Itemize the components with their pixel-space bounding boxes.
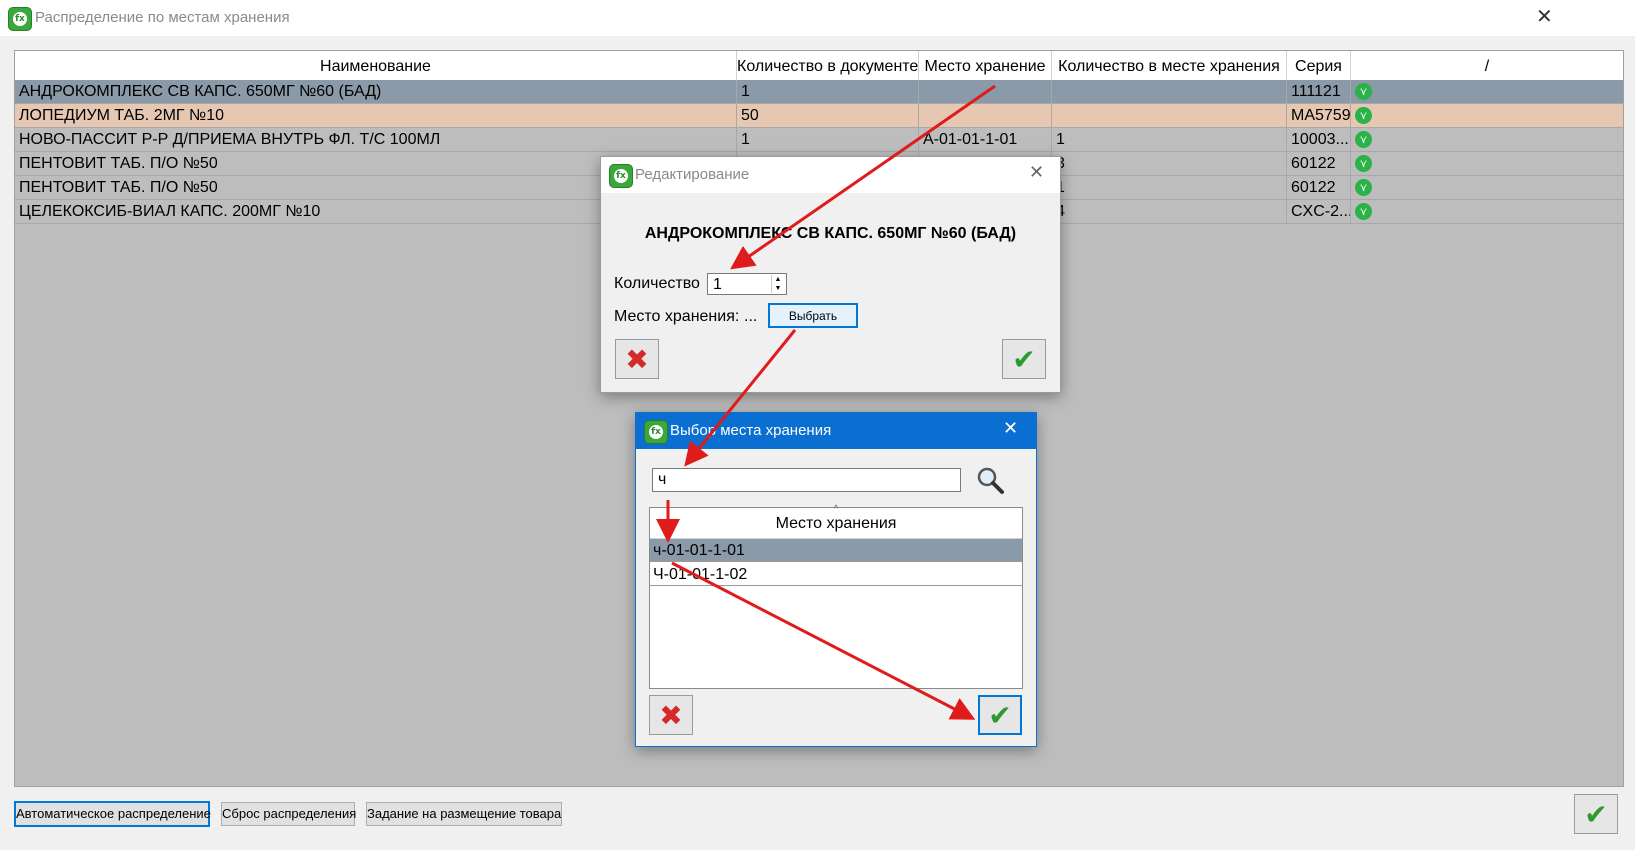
edit-dialog: fx Редактирование ✕ АНДРОКОМПЛЕКС СВ КАП… (600, 156, 1061, 393)
table-header: Наименование Количество в документе Мест… (15, 51, 1623, 82)
table-row[interactable]: АНДРОКОМПЛЕКС СВ КАПС. 650МГ №60 (БАД) 1… (15, 80, 1623, 104)
column-header-status[interactable]: / (1351, 51, 1623, 81)
cell-qty-doc: 50 (737, 104, 919, 127)
spinner-arrows-icon[interactable]: ▲ ▼ (771, 275, 784, 293)
cell-qty-doc: 1 (737, 80, 919, 103)
auto-distribution-button[interactable]: Автоматическое распределение (14, 801, 211, 827)
cell-place (919, 80, 1052, 103)
cell-qty-place: 3 (1052, 152, 1287, 175)
checkmark-icon: ✔ (1584, 797, 1608, 831)
status-ok-icon: ⋎ (1355, 203, 1372, 220)
cell-qty-place (1052, 104, 1287, 127)
close-icon[interactable]: ✕ (1536, 4, 1553, 28)
edit-dialog-titlebar: fx Редактирование ✕ (601, 157, 1060, 193)
column-header-place[interactable]: Место хранение (919, 51, 1052, 81)
quantity-label: Количество (614, 275, 700, 292)
sort-ascending-icon: ^ (833, 504, 839, 515)
close-icon[interactable]: ✕ (1029, 162, 1044, 183)
column-header-name[interactable]: Наименование (15, 51, 737, 81)
storage-place-value: ... (744, 308, 758, 325)
table-row[interactable]: НОВО-ПАССИТ Р-Р Д/ПРИЕМА ВНУТРЬ ФЛ. Т/С … (15, 128, 1623, 152)
column-header-series[interactable]: Серия (1287, 51, 1351, 81)
cell-series: 60122 (1287, 152, 1351, 175)
select-dialog-titlebar: fx Выбор места хранения ✕ (636, 413, 1036, 449)
app-logo-icon: fx (644, 420, 668, 444)
confirm-button[interactable]: ✔ (1574, 794, 1618, 834)
magnifier-icon[interactable] (975, 465, 1005, 495)
status-ok-icon: ⋎ (1355, 155, 1372, 172)
status-ok-icon: ⋎ (1355, 83, 1372, 100)
table-row[interactable]: ЛОПЕДИУМ ТАБ. 2МГ №10 50 MA5759 ⋎ (15, 104, 1623, 128)
quantity-stepper[interactable]: 1 ▲ ▼ (707, 273, 787, 295)
list-header-label: Место хранения (775, 515, 897, 532)
ok-button[interactable]: ✔ (1002, 339, 1046, 379)
cell-qty-place: 4 (1052, 200, 1287, 223)
list-item[interactable]: ч-01-01-1-01 (650, 539, 1022, 562)
column-header-qty-doc[interactable]: Количество в документе (737, 51, 919, 81)
cell-qty-doc: 1 (737, 128, 919, 151)
status-ok-icon: ⋎ (1355, 179, 1372, 196)
close-icon[interactable]: ✕ (1003, 418, 1018, 439)
window-title: Распределение по местам хранения (35, 9, 290, 26)
status-ok-icon: ⋎ (1355, 107, 1372, 124)
cross-icon: ✖ (625, 342, 649, 376)
cell-name: АНДРОКОМПЛЕКС СВ КАПС. 650МГ №60 (БАД) (15, 80, 737, 103)
select-place-dialog: fx Выбор места хранения ✕ ч ^ Место хран… (635, 412, 1037, 747)
window-titlebar: fx Распределение по местам хранения ✕ (0, 0, 1635, 36)
quantity-value: 1 (713, 276, 722, 293)
placement-task-button[interactable]: Задание на размещение товара (366, 802, 562, 826)
cell-series: 60122 (1287, 176, 1351, 199)
cancel-button[interactable]: ✖ (615, 339, 659, 379)
select-dialog-title: Выбор места хранения (670, 422, 832, 439)
cell-series: 111121 (1287, 80, 1351, 103)
app-logo-icon: fx (609, 164, 633, 188)
cell-place: А-01-01-1-01 (919, 128, 1052, 151)
cross-icon: ✖ (659, 698, 683, 732)
storage-place-label: Место хранения: (614, 308, 740, 325)
cell-qty-place: 1 (1052, 176, 1287, 199)
status-ok-icon: ⋎ (1355, 131, 1372, 148)
checkmark-icon: ✔ (988, 698, 1012, 732)
reset-distribution-button[interactable]: Сброс распределения (221, 802, 356, 826)
cell-qty-place (1052, 80, 1287, 103)
cell-name: НОВО-ПАССИТ Р-Р Д/ПРИЕМА ВНУТРЬ ФЛ. Т/С … (15, 128, 737, 151)
cancel-button[interactable]: ✖ (649, 695, 693, 735)
storage-place-list: ^ Место хранения ч-01-01-1-01 Ч-01-01-1-… (649, 504, 1023, 689)
ok-button[interactable]: ✔ (978, 695, 1022, 735)
cell-series: 10003... (1287, 128, 1351, 151)
search-input[interactable]: ч (652, 468, 961, 492)
cell-name: ЛОПЕДИУМ ТАБ. 2МГ №10 (15, 104, 737, 127)
cell-qty-place: 1 (1052, 128, 1287, 151)
choose-place-button[interactable]: Выбрать (768, 303, 858, 328)
cell-place (919, 104, 1052, 127)
list-header[interactable]: ^ Место хранения (650, 504, 1022, 539)
cell-series: CXC-2... (1287, 200, 1351, 223)
cell-series: MA5759 (1287, 104, 1351, 127)
list-item[interactable]: Ч-01-01-1-02 (650, 563, 1022, 586)
edit-dialog-title: Редактирование (635, 166, 750, 183)
column-header-qty-place[interactable]: Количество в месте хранения (1052, 51, 1287, 81)
app-logo-icon: fx (8, 7, 32, 31)
product-name: АНДРОКОМПЛЕКС СВ КАПС. 650МГ №60 (БАД) (644, 225, 1017, 242)
checkmark-icon: ✔ (1012, 342, 1036, 376)
